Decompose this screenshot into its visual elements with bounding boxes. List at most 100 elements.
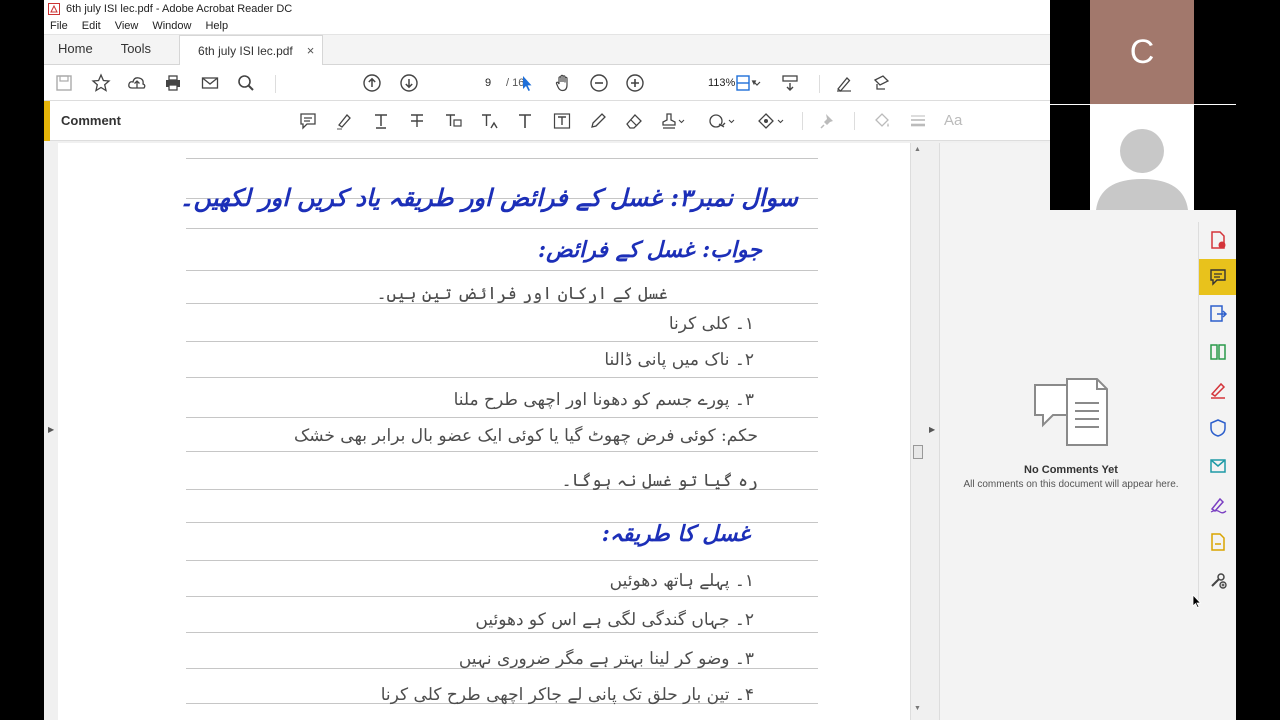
title-bar: 6th july ISI lec.pdf - Adobe Acrobat Rea… [44, 0, 1050, 18]
handwritten-line: ۱۔ پہلے ہاتھ دھوئیں [609, 571, 754, 591]
shapes-icon[interactable] [756, 111, 786, 131]
tab-document-label: 6th july ISI lec.pdf [198, 43, 293, 58]
left-panel-toggle[interactable]: ▶ [44, 143, 58, 720]
no-comments-title: No Comments Yet [1024, 464, 1118, 476]
right-panel-toggle[interactable]: ▶ [924, 143, 940, 720]
tools-rail [1198, 222, 1237, 602]
export-pdf-icon[interactable] [1199, 296, 1237, 332]
menu-help[interactable]: Help [205, 20, 228, 32]
ruled-line [186, 451, 818, 452]
scroll-down-icon[interactable]: ▼ [914, 705, 921, 712]
handwritten-line: ۳۔ وضو کر لینا بہتر ہے مگر ضروری نہیں [458, 649, 754, 669]
save-icon[interactable] [54, 73, 74, 93]
organize-pages-icon[interactable] [1199, 334, 1237, 370]
strikethrough-icon[interactable] [407, 111, 427, 131]
pencil-icon[interactable] [588, 111, 608, 131]
send-review-icon[interactable] [1199, 448, 1237, 484]
text-box-icon[interactable] [552, 111, 572, 131]
window-title: 6th july ISI lec.pdf - Adobe Acrobat Rea… [66, 3, 293, 15]
create-pdf-icon[interactable] [1199, 222, 1237, 258]
underline-text-icon[interactable] [371, 111, 391, 131]
page-layout-icon[interactable] [734, 73, 762, 93]
handwritten-line: رہ گیا تو غسل نہ ہوگا۔ [561, 471, 758, 491]
star-icon[interactable] [91, 73, 111, 93]
eraser-icon[interactable] [624, 111, 644, 131]
ruled-line [186, 560, 818, 561]
handwritten-line: ۲۔ جہاں گندگی لگی ہے اس کو دھوئیں [475, 610, 754, 630]
hand-icon[interactable] [553, 73, 573, 93]
scroll-up-icon[interactable]: ▲ [914, 146, 921, 153]
sign-icon[interactable] [834, 73, 854, 93]
scroll-mode-icon[interactable] [780, 73, 800, 93]
mouse-cursor-icon [1192, 594, 1202, 608]
expand-left-icon: ▶ [48, 425, 55, 434]
menu-edit[interactable]: Edit [82, 20, 101, 32]
document-view[interactable]: سوال نمبر۳: غسل کے فرائض اور طریقہ یاد ک… [58, 143, 910, 720]
insert-text-icon[interactable] [479, 111, 499, 131]
participant-initial: C [1129, 32, 1155, 71]
select-icon[interactable] [517, 73, 537, 93]
acrobat-app-icon [48, 3, 60, 15]
participant-tile[interactable]: C [1090, 0, 1194, 104]
no-comments-message: No Comments Yet All comments on this doc… [940, 377, 1202, 491]
participant-avatar-tile[interactable] [1090, 105, 1194, 210]
ruled-line [186, 632, 818, 633]
sign-icon[interactable] [1199, 486, 1237, 522]
protect-icon[interactable] [1199, 410, 1237, 446]
acrobat-window: 6th july ISI lec.pdf - Adobe Acrobat Rea… [44, 0, 1050, 720]
upload-icon[interactable] [127, 73, 147, 93]
tab-document[interactable]: 6th july ISI lec.pdf × [179, 35, 324, 65]
line-weight-icon[interactable] [908, 111, 928, 131]
close-tab-icon[interactable]: × [307, 43, 315, 58]
video-panel-top: C [1050, 0, 1236, 104]
zoom-in-icon[interactable] [625, 73, 645, 93]
add-text-icon[interactable] [515, 111, 535, 131]
ruled-line [186, 417, 818, 418]
vertical-scrollbar[interactable]: ▲ ▼ [910, 143, 924, 720]
method-heading: غسل کا طریقہ: [601, 521, 750, 547]
question-heading: سوال نمبر۳: غسل کے فرائض اور طریقہ یاد ک… [179, 183, 798, 212]
ruled-line [186, 228, 818, 229]
ruled-line [186, 158, 818, 159]
handwritten-line: ۲۔ ناک میں پانی ڈالنا [604, 350, 754, 370]
tab-bar: Home Tools 6th july ISI lec.pdf × [44, 35, 1050, 65]
workspace: ▶ سوال نمبر۳: غسل کے فرائض اور طریقہ یاد… [44, 143, 1050, 720]
sticky-note-icon[interactable] [298, 111, 318, 131]
more-tools-icon[interactable] [1199, 562, 1237, 598]
next-page-icon[interactable] [399, 73, 419, 93]
attach-file-icon[interactable] [707, 111, 737, 131]
share-icon[interactable] [871, 73, 891, 93]
toolbar-divider [802, 112, 803, 130]
ruled-line [186, 270, 818, 271]
menu-file[interactable]: File [50, 20, 68, 32]
font-size-icon[interactable]: Aa [944, 112, 968, 132]
email-icon[interactable] [200, 73, 220, 93]
comment-tool-label: Comment [61, 113, 121, 128]
scrollbar-thumb[interactable] [913, 445, 923, 459]
zoom-level-value: 113% [708, 77, 736, 89]
tab-home[interactable]: Home [44, 41, 107, 64]
search-icon[interactable] [236, 73, 256, 93]
screen-border [1236, 0, 1280, 720]
menu-window[interactable]: Window [152, 20, 191, 32]
answer-heading: جواب: غسل کے فرائض: [537, 237, 762, 263]
menu-view[interactable]: View [115, 20, 139, 32]
comment-icon[interactable] [1199, 259, 1237, 295]
zoom-out-icon[interactable] [589, 73, 609, 93]
fill-sign-icon[interactable] [1199, 372, 1237, 408]
handwritten-line: ۱۔ کلی کرنا [668, 314, 754, 334]
prev-page-icon[interactable] [362, 73, 382, 93]
pin-icon[interactable] [818, 111, 838, 131]
highlight-icon[interactable] [334, 111, 354, 131]
stamp-icon[interactable] [660, 111, 686, 131]
print-icon[interactable] [163, 73, 183, 93]
page-number-input[interactable]: 9 [475, 73, 501, 93]
edit-pdf-icon[interactable] [1199, 524, 1237, 560]
expand-right-icon: ▶ [929, 425, 936, 434]
avatar [1096, 129, 1188, 210]
ruled-line [186, 377, 818, 378]
fill-color-icon[interactable] [872, 111, 892, 131]
tab-tools[interactable]: Tools [107, 41, 165, 64]
handwritten-line: ۳۔ پورے جسم کو دھونا اور اچھی طرح ملنا [453, 390, 754, 410]
replace-text-icon[interactable] [443, 111, 463, 131]
